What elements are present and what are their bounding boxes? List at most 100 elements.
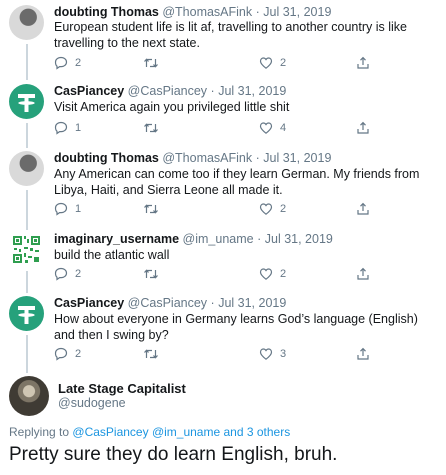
reply-button[interactable]: 2 (54, 346, 81, 362)
heart-icon (259, 57, 273, 69)
display-name[interactable]: CasPiancey (54, 84, 124, 98)
like-count: 2 (280, 57, 287, 69)
like-count: 2 (280, 268, 287, 280)
tweet-text: build the atlantic wall (54, 248, 170, 262)
share-icon (357, 56, 369, 69)
avatar[interactable] (9, 84, 44, 119)
timestamp[interactable]: Jul 31, 2019 (265, 232, 333, 246)
retweet-icon (144, 269, 158, 279)
retweet-icon (144, 123, 158, 133)
heart-icon (259, 348, 273, 360)
like-button[interactable]: 3 (259, 346, 286, 362)
share-button[interactable] (356, 266, 370, 282)
heart-icon (259, 203, 273, 215)
tweet-header: CasPiancey @CasPiancey · Jul 31, 2019 (54, 296, 286, 311)
reply-icon (54, 347, 68, 361)
share-icon (357, 121, 369, 134)
replying-to-users-link[interactable]: @CasPiancey @im_uname (72, 425, 220, 439)
tweet-text: How about everyone in Germany learns God… (54, 312, 418, 342)
share-icon (357, 202, 369, 215)
tweet-4[interactable]: imaginary_username @im_uname · Jul 31, 2… (0, 230, 446, 293)
retweet-icon (144, 349, 158, 359)
replying-to-others-link[interactable]: and 3 others (224, 425, 291, 439)
thread-line (26, 44, 28, 80)
retweet-button[interactable] (143, 346, 166, 362)
thread-line (26, 335, 28, 373)
tweet-header: doubting Thomas @ThomasAFink · Jul 31, 2… (54, 5, 331, 20)
like-button[interactable]: 4 (259, 120, 286, 136)
handle[interactable]: @ThomasAFink (162, 151, 252, 165)
display-name[interactable]: Late Stage Capitalist (58, 381, 186, 396)
share-button[interactable] (356, 201, 370, 217)
share-button[interactable] (356, 346, 370, 362)
reply-button[interactable]: 2 (54, 266, 81, 282)
replying-to: Replying to @CasPiancey @im_uname and 3 … (9, 425, 290, 439)
like-count: 3 (280, 348, 287, 360)
separator: · (210, 84, 215, 98)
tweet-3[interactable]: doubting Thomas @ThomasAFink · Jul 31, 2… (0, 148, 446, 230)
reply-icon (54, 202, 68, 216)
display-name[interactable]: CasPiancey (54, 296, 124, 310)
heart-icon (259, 268, 273, 280)
timestamp[interactable]: Jul 31, 2019 (218, 296, 286, 310)
separator: · (257, 232, 262, 246)
reply-count: 1 (75, 122, 82, 134)
retweet-button[interactable] (143, 201, 166, 217)
like-count: 4 (280, 122, 287, 134)
retweet-icon (144, 58, 158, 68)
handle[interactable]: @ThomasAFink (162, 5, 252, 19)
tweet-header: imaginary_username @im_uname · Jul 31, 2… (54, 232, 333, 247)
tweet-1[interactable]: doubting Thomas @ThomasAFink · Jul 31, 2… (0, 0, 446, 80)
thread-line (26, 123, 28, 148)
thread-line (26, 271, 28, 293)
reply-count: 2 (75, 348, 82, 360)
separator: · (210, 296, 215, 310)
tweet-2[interactable]: CasPiancey @CasPiancey · Jul 31, 2019 Vi… (0, 80, 446, 148)
share-icon (357, 347, 369, 360)
tweet-header: doubting Thomas @ThomasAFink · Jul 31, 2… (54, 151, 331, 166)
like-button[interactable]: 2 (259, 201, 286, 217)
thread-line (26, 190, 28, 230)
qr-code-icon (12, 235, 41, 264)
tweet-text: Any American can come too if they learn … (54, 167, 420, 197)
action-bar: 2 2 (54, 266, 394, 282)
reply-icon (54, 121, 68, 135)
reply-button[interactable]: 2 (54, 55, 81, 71)
retweet-button[interactable] (143, 120, 166, 136)
reply-count: 2 (75, 57, 82, 69)
display-name[interactable]: doubting Thomas (54, 151, 159, 165)
reply-icon (54, 56, 68, 70)
handle[interactable]: @sudogene (58, 396, 126, 410)
share-button[interactable] (356, 120, 370, 136)
handle[interactable]: @im_uname (183, 232, 254, 246)
like-button[interactable]: 2 (259, 55, 286, 71)
reply-button[interactable]: 1 (54, 120, 81, 136)
tether-logo-icon (18, 94, 35, 112)
share-button[interactable] (356, 55, 370, 71)
reply-count: 1 (75, 203, 82, 215)
share-icon (357, 267, 369, 280)
display-name[interactable]: imaginary_username (54, 232, 179, 246)
tweet-5[interactable]: CasPiancey @CasPiancey · Jul 31, 2019 Ho… (0, 293, 446, 373)
reply-button[interactable]: 1 (54, 201, 81, 217)
timestamp[interactable]: Jul 31, 2019 (218, 84, 286, 98)
retweet-button[interactable] (143, 266, 166, 282)
avatar[interactable] (9, 376, 49, 416)
tweet-header: CasPiancey @CasPiancey · Jul 31, 2019 (54, 84, 286, 99)
avatar[interactable] (9, 296, 44, 331)
retweet-button[interactable] (143, 55, 166, 71)
avatar[interactable] (9, 151, 44, 186)
avatar[interactable] (9, 5, 44, 40)
reply-icon (54, 267, 68, 281)
avatar[interactable] (9, 232, 44, 267)
timestamp[interactable]: Jul 31, 2019 (263, 151, 331, 165)
like-button[interactable]: 2 (259, 266, 286, 282)
main-tweet-text: Pretty sure they do learn English, bruh. (9, 444, 338, 465)
replying-prefix: Replying to (9, 425, 70, 439)
heart-icon (259, 122, 273, 134)
display-name[interactable]: doubting Thomas (54, 5, 159, 19)
separator: · (255, 5, 260, 19)
handle[interactable]: @CasPiancey (128, 296, 207, 310)
handle[interactable]: @CasPiancey (128, 84, 207, 98)
timestamp[interactable]: Jul 31, 2019 (263, 5, 331, 19)
